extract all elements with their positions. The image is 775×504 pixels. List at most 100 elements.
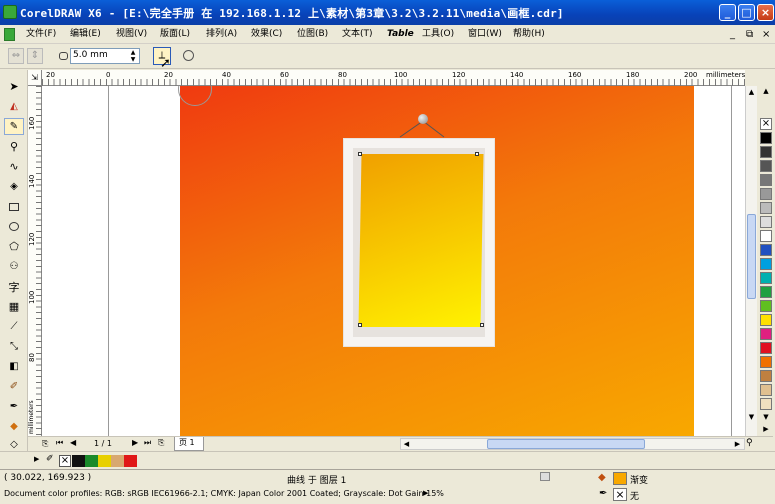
outline-pen-icon[interactable]: ✒ <box>4 398 24 415</box>
menu-edit[interactable]: 编辑(E) <box>70 27 101 42</box>
spinner-up-icon[interactable]: ▲ <box>128 49 138 56</box>
freehand-tool-icon[interactable]: ∿ <box>4 158 24 175</box>
smudge-tool-icon[interactable]: ✎ <box>4 118 24 135</box>
fill-color-swatch[interactable] <box>613 472 627 485</box>
color-swatch[interactable] <box>760 314 772 326</box>
palette-menu-icon[interactable]: ▶ <box>760 424 772 434</box>
prev-page-icon[interactable]: ◀ <box>70 438 76 447</box>
mirror-v-icon[interactable]: ⇕ <box>27 48 43 64</box>
menu-bitmaps[interactable]: 位图(B) <box>297 27 328 42</box>
color-swatch[interactable] <box>760 328 772 340</box>
eyedropper-icon[interactable]: ✐ <box>46 454 54 464</box>
color-profiles[interactable]: Document color profiles: RGB: sRGB IEC61… <box>4 489 444 498</box>
outline-none-swatch[interactable]: ⨯ <box>613 488 627 501</box>
basic-shapes-icon[interactable]: ⚇ <box>4 258 24 275</box>
color-swatch[interactable] <box>760 216 772 228</box>
color-swatch[interactable] <box>760 356 772 368</box>
hanging-nail[interactable] <box>418 114 428 124</box>
color-swatch[interactable] <box>760 342 772 354</box>
color-swatch[interactable] <box>760 398 772 410</box>
color-swatch[interactable] <box>760 188 772 200</box>
rectangle-tool-icon[interactable] <box>4 198 24 215</box>
picture-gradient[interactable] <box>358 154 484 327</box>
minimize-button[interactable]: _ <box>719 4 736 21</box>
selection-node[interactable] <box>480 323 484 327</box>
circle-option-icon[interactable] <box>183 50 194 61</box>
eyedropper-tool-icon[interactable]: ✐ <box>4 378 24 395</box>
scroll-up-icon[interactable]: ▲ <box>746 87 757 98</box>
doc-color-swatch[interactable] <box>98 455 111 467</box>
scroll-down-icon[interactable]: ▼ <box>746 412 757 423</box>
connector-tool-icon[interactable]: ⤡ <box>4 338 24 355</box>
ellipse-tool-icon[interactable] <box>4 218 24 235</box>
color-swatch[interactable] <box>760 370 772 382</box>
color-swatch[interactable] <box>760 384 772 396</box>
maximize-button[interactable]: □ <box>738 4 755 21</box>
drawing-canvas[interactable] <box>42 86 745 436</box>
mirror-h-icon[interactable]: ⇔ <box>8 48 24 64</box>
menu-table[interactable]: Table <box>387 27 414 42</box>
blend-tool-icon[interactable]: ◧ <box>4 358 24 375</box>
menu-text[interactable]: 文本(T) <box>342 27 373 42</box>
spinner-down-icon[interactable]: ▼ <box>128 56 138 63</box>
menu-tools[interactable]: 工具(O) <box>422 27 454 42</box>
hscroll-left-icon[interactable]: ◀ <box>401 439 412 449</box>
doc-minimize-button[interactable]: _ <box>730 27 735 42</box>
palette-down-icon[interactable]: ▼ <box>760 412 772 422</box>
fill-tool-icon[interactable]: ◆ <box>4 418 24 435</box>
shape-tool-icon[interactable]: ◭ <box>4 98 24 115</box>
doc-color-swatch[interactable] <box>85 455 98 467</box>
scroll-thumb[interactable] <box>747 214 756 299</box>
selection-node[interactable] <box>358 152 362 156</box>
color-swatch[interactable] <box>760 258 772 270</box>
hscroll-right-icon[interactable]: ▶ <box>732 439 743 449</box>
vertical-scrollbar[interactable]: ▲ ▼ <box>745 86 757 436</box>
profiles-arrow-icon[interactable]: ▶ <box>423 489 428 497</box>
menu-file[interactable]: 文件(F) <box>26 27 56 42</box>
close-button[interactable]: × <box>757 4 774 21</box>
hscroll-thumb[interactable] <box>487 439 645 449</box>
color-swatch[interactable] <box>760 160 772 172</box>
doc-color-swatch[interactable] <box>72 455 85 467</box>
no-color-swatch[interactable]: ⨯ <box>59 455 71 467</box>
doc-close-button[interactable]: × <box>762 27 770 42</box>
menu-view[interactable]: 视图(V) <box>116 27 147 42</box>
menu-help[interactable]: 帮助(H) <box>513 27 545 42</box>
page-options-icon[interactable]: ⎘ <box>42 439 48 449</box>
doc-color-swatch[interactable] <box>124 455 137 467</box>
table-tool-icon[interactable]: ▦ <box>4 298 24 315</box>
doc-restore-button[interactable]: ⧉ <box>746 27 753 42</box>
menu-layout[interactable]: 版面(L) <box>160 27 190 42</box>
page-tab[interactable]: 页 1 <box>174 437 204 451</box>
horizontal-scrollbar[interactable]: ◀ ▶ <box>400 438 745 450</box>
color-swatch[interactable] <box>760 174 772 186</box>
add-page-icon[interactable]: ⎘ <box>158 438 164 448</box>
doc-color-swatch[interactable] <box>111 455 124 467</box>
color-swatch[interactable] <box>760 230 772 242</box>
ruler-origin[interactable]: ⇲ <box>28 70 42 86</box>
last-page-icon[interactable]: ⏭ <box>144 438 151 448</box>
parallel-dimension-icon[interactable]: ⟋ <box>4 318 24 335</box>
pick-tool-icon[interactable]: ➤ <box>4 78 24 95</box>
color-swatch[interactable] <box>760 300 772 312</box>
smart-fill-icon[interactable]: ◈ <box>4 178 24 195</box>
next-page-icon[interactable]: ▶ <box>132 438 138 447</box>
selection-node[interactable] <box>358 323 362 327</box>
color-swatch[interactable] <box>760 286 772 298</box>
no-color-swatch[interactable]: ⨯ <box>760 118 772 130</box>
zoom-tool-icon[interactable]: ⚲ <box>4 138 24 155</box>
color-swatch[interactable] <box>760 272 772 284</box>
color-swatch[interactable] <box>760 244 772 256</box>
color-swatch[interactable] <box>760 132 772 144</box>
text-tool-icon[interactable]: 字 <box>4 278 24 295</box>
horizontal-ruler[interactable]: 20 0 20 40 60 80 100 120 140 160 180 200… <box>42 70 745 86</box>
doc-palette-arrow-icon[interactable]: ▶ <box>34 455 39 463</box>
menu-arrange[interactable]: 排列(A) <box>206 27 237 42</box>
selection-node[interactable] <box>475 152 479 156</box>
vertical-ruler[interactable]: 160 140 120 100 80 millimeters <box>28 86 42 436</box>
zoom-navigator-icon[interactable]: ⚲ <box>746 438 753 448</box>
palette-up-icon[interactable]: ▲ <box>760 86 772 96</box>
color-swatch[interactable] <box>760 202 772 214</box>
first-page-icon[interactable]: ⏮ <box>56 438 63 448</box>
color-swatch[interactable] <box>760 146 772 158</box>
